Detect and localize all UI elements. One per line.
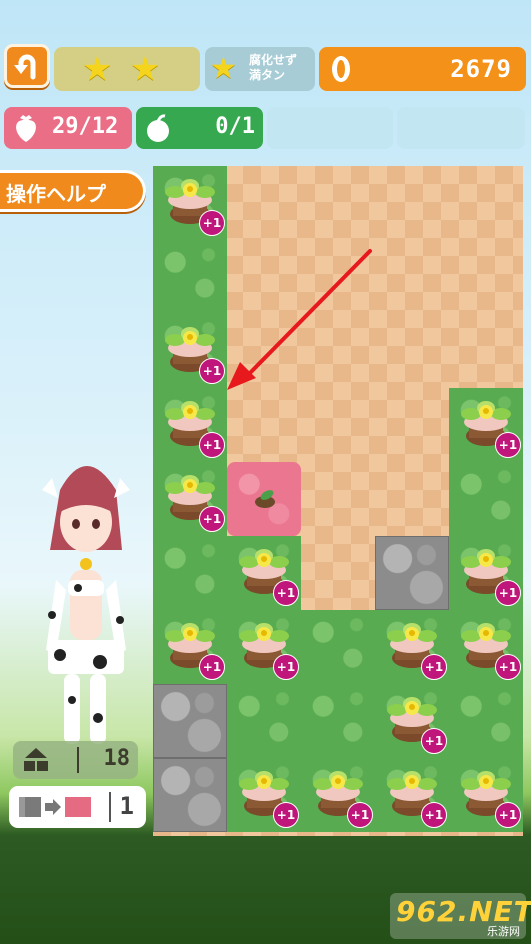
block-count: 18 <box>103 746 131 771</box>
watermark: 962.NET 乐游网 <box>390 893 531 939</box>
stacked-blocks-icon <box>24 748 48 771</box>
swap-block-icon <box>19 797 91 817</box>
block-counter: 18 <box>13 741 138 779</box>
cow-girl-character <box>42 466 130 744</box>
swap-count: 1 <box>119 792 134 820</box>
watermark-subtext: 乐游网 <box>487 925 520 938</box>
swap-counter: 1 <box>9 786 146 828</box>
